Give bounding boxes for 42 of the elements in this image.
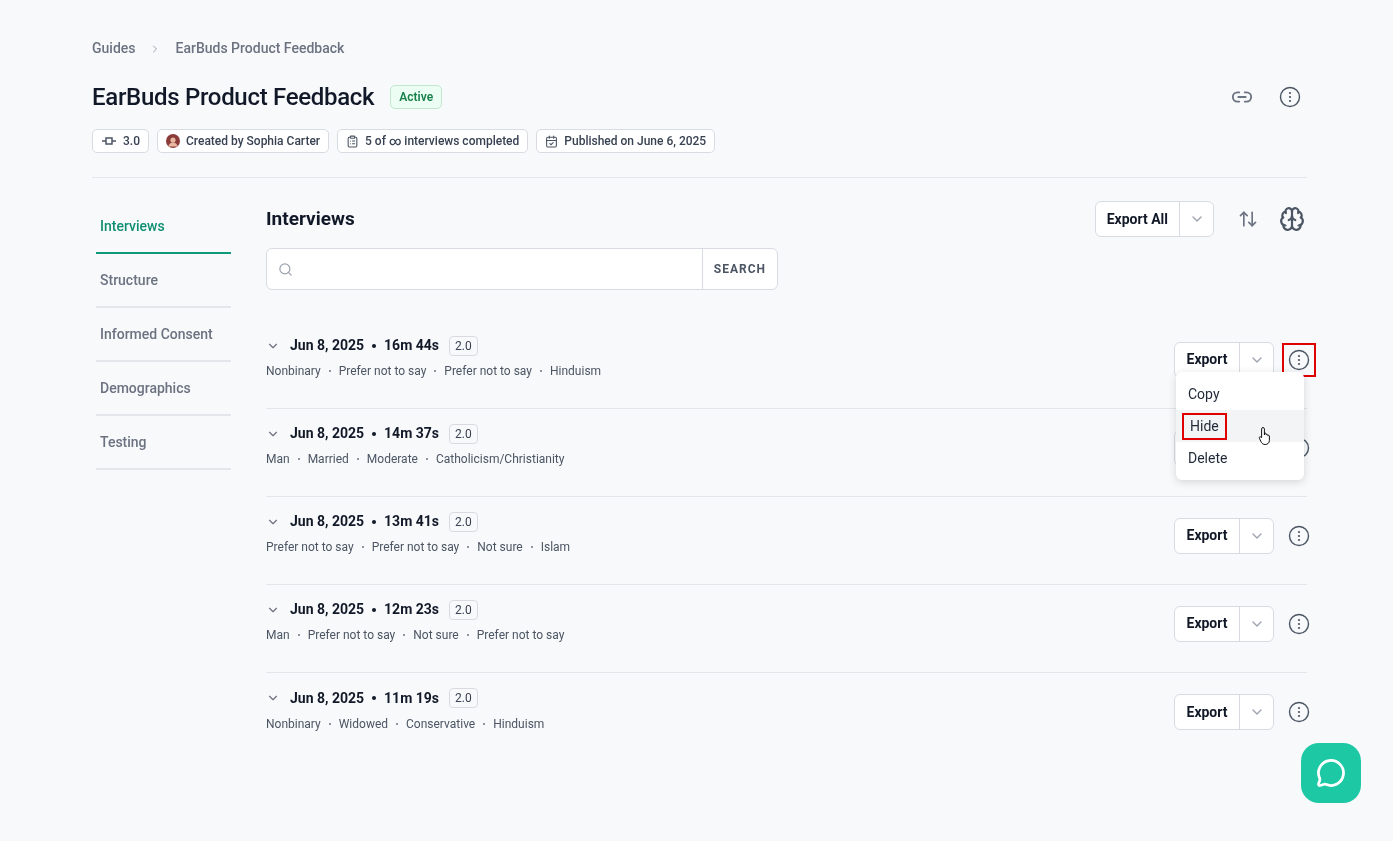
interview-date: Jun 8, 2025 [290,336,365,355]
demographic-tag: Married [307,450,349,468]
chip-label: 3.0 [123,133,140,150]
interview-date: Jun 8, 2025 [290,688,365,708]
demographic-tag: Prefer not to say [444,362,532,380]
demographic-tag: Hinduism [550,362,602,380]
demographic-tag: Not sure [477,538,523,556]
demographic-tag: Prefer not to say [266,538,354,556]
demographic-tag: Widowed [338,714,389,733]
demographic-tag: Prefer not to say [371,538,460,556]
demographic-tag: Man [266,450,290,468]
interview-duration: 14m 37s [384,424,439,443]
chip-label: 5 of ∞ interviews completed [365,133,520,150]
status-badge: Active [390,85,443,109]
demographic-tag: Man [266,626,290,644]
page-title: EarBuds Product Feedback [92,82,375,113]
demographic-tag: Catholicism/Christianity [435,450,565,468]
demographic-tag: Prefer not to say [476,626,565,644]
demographic-tag: Hinduism [493,714,545,733]
interview-duration: 12m 23s [384,600,439,619]
demographic-tag: Prefer not to say [338,362,427,380]
demographic-tag: Moderate [366,450,418,468]
version-badge: 2.0 [449,599,478,620]
version-badge: 2.0 [449,335,478,356]
version-badge: 2.0 [449,511,478,532]
demographic-tag: Conservative [406,714,476,733]
version-badge: 2.0 [449,688,478,708]
interview-duration: 13m 41s [384,512,439,531]
version-badge: 2.0 [449,423,478,444]
demographic-tag: Nonbinary [266,714,321,733]
section-title: Interviews [266,205,355,232]
interview-date: Jun 8, 2025 [290,600,365,619]
demographic-tag: Nonbinary [266,362,321,380]
chip-label: Created by Sophia Carter [186,133,321,150]
chip-label: Published on June 6, 2025 [564,133,707,150]
interview-duration: 11m 19s [384,688,439,708]
demographic-tag: Islam [540,538,571,556]
interview-date: Jun 8, 2025 [290,424,365,443]
demographic-tag: Not sure [413,626,459,644]
demographic-tag: Prefer not to say [307,626,396,644]
interview-duration: 16m 44s [384,336,439,355]
interview-date: Jun 8, 2025 [290,512,365,531]
